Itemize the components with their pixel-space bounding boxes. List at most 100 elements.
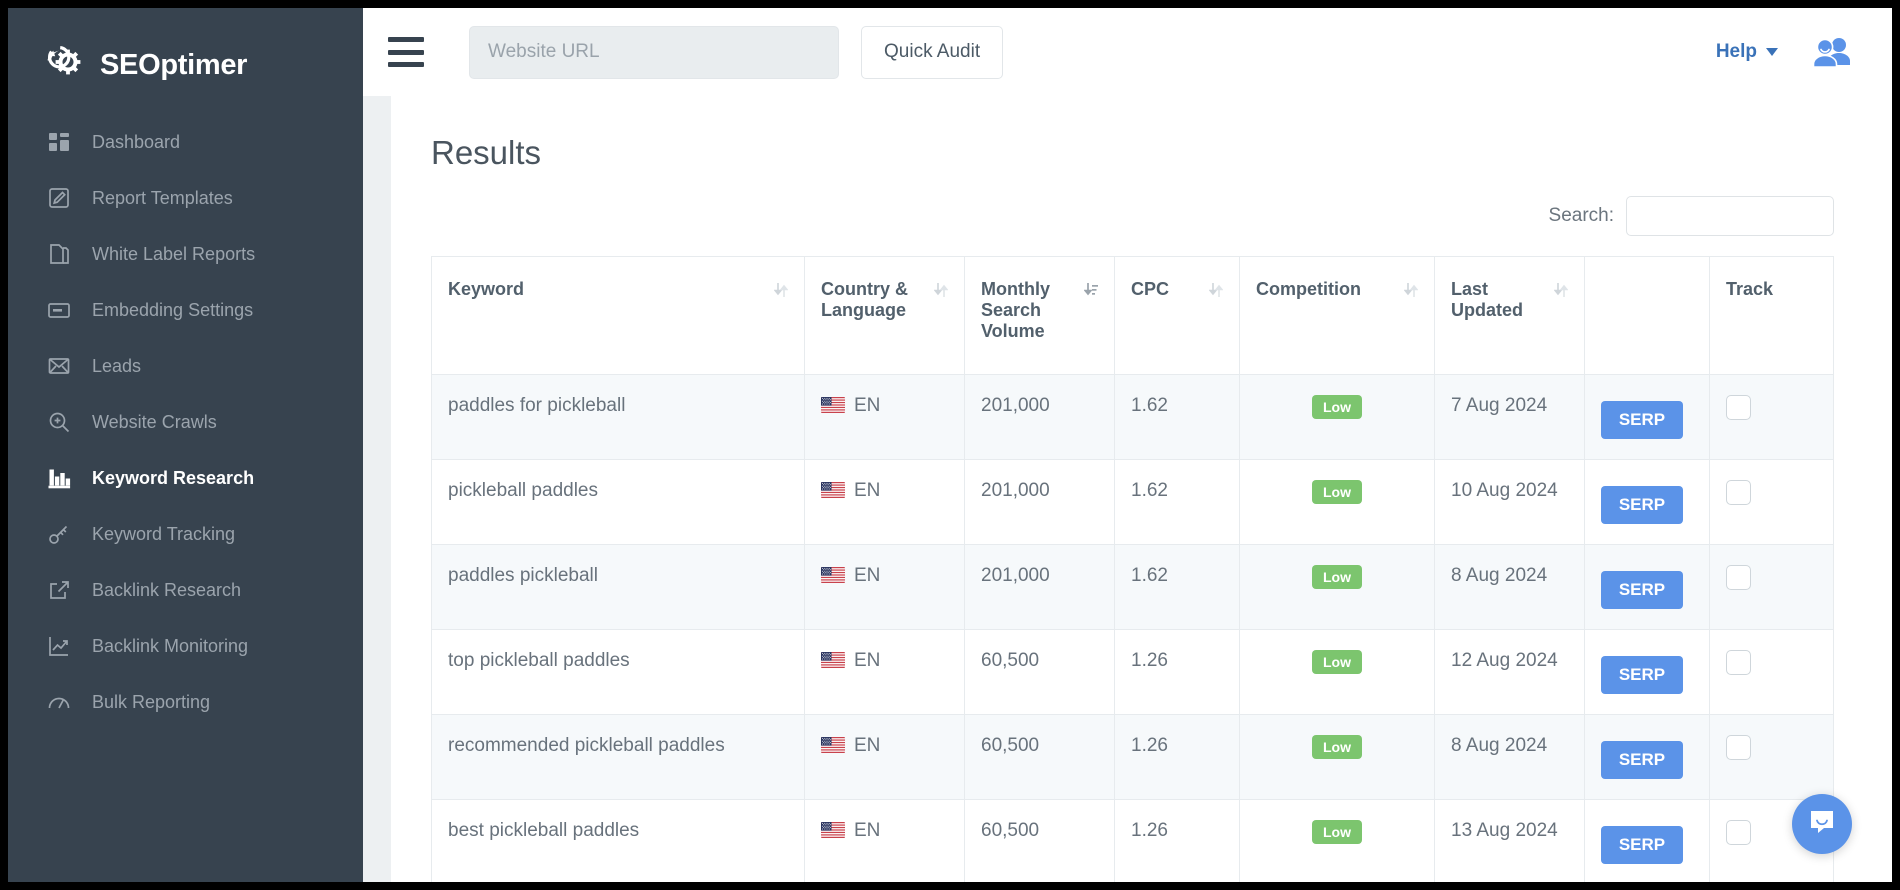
column-header-competition[interactable]: Competition bbox=[1240, 257, 1435, 375]
sidebar-item-label: Website Crawls bbox=[92, 412, 217, 433]
speedometer-icon bbox=[46, 689, 72, 715]
language-code: EN bbox=[854, 650, 880, 671]
cell-track bbox=[1710, 375, 1834, 460]
cell-cpc: 1.26 bbox=[1115, 715, 1240, 800]
cell-serp: SERP bbox=[1585, 375, 1710, 460]
search-input[interactable] bbox=[1626, 196, 1834, 236]
sidebar-item-website-crawls[interactable]: Website Crawls bbox=[8, 394, 363, 450]
sidebar-item-white-label-reports[interactable]: White Label Reports bbox=[8, 226, 363, 282]
column-header-serp bbox=[1585, 257, 1710, 375]
cell-serp: SERP bbox=[1585, 630, 1710, 715]
cell-serp: SERP bbox=[1585, 460, 1710, 545]
cell-country-language: EN bbox=[805, 375, 965, 460]
column-header-country-language[interactable]: Country & Language bbox=[805, 257, 965, 375]
cell-track bbox=[1710, 630, 1834, 715]
chat-launcher-button[interactable] bbox=[1792, 794, 1852, 854]
key-icon bbox=[46, 521, 72, 547]
column-label: Track bbox=[1726, 279, 1773, 300]
sort-both-icon bbox=[1554, 281, 1568, 304]
gear-refresh-logo-icon bbox=[46, 44, 88, 86]
keyword-results-table: Keyword Country & Language bbox=[431, 256, 1834, 882]
table-row: paddles for pickleballEN201,0001.62Low7 … bbox=[432, 375, 1834, 460]
cell-cpc: 1.62 bbox=[1115, 375, 1240, 460]
brand-logo[interactable]: SEOptimer bbox=[8, 8, 363, 96]
content-area: Results Search: bbox=[363, 96, 1892, 882]
cell-monthly-search-volume: 201,000 bbox=[965, 460, 1115, 545]
quick-audit-button[interactable]: Quick Audit bbox=[861, 26, 1003, 79]
serp-button[interactable]: SERP bbox=[1601, 656, 1683, 694]
serp-button[interactable]: SERP bbox=[1601, 486, 1683, 524]
language-code: EN bbox=[854, 565, 880, 586]
sidebar-item-dashboard[interactable]: Dashboard bbox=[8, 114, 363, 170]
cell-last-updated: 13 Aug 2024 bbox=[1435, 800, 1585, 883]
cell-last-updated: 7 Aug 2024 bbox=[1435, 375, 1585, 460]
sidebar-item-report-templates[interactable]: Report Templates bbox=[8, 170, 363, 226]
help-menu[interactable]: Help bbox=[1716, 41, 1778, 63]
sidebar-item-bulk-reporting[interactable]: Bulk Reporting bbox=[8, 674, 363, 730]
column-header-keyword[interactable]: Keyword bbox=[432, 257, 805, 375]
cell-country-language: EN bbox=[805, 460, 965, 545]
language-code: EN bbox=[854, 735, 880, 756]
chevron-down-icon bbox=[1766, 48, 1778, 56]
sidebar-item-backlink-research[interactable]: Backlink Research bbox=[8, 562, 363, 618]
cell-monthly-search-volume: 60,500 bbox=[965, 800, 1115, 883]
track-checkbox[interactable] bbox=[1726, 395, 1751, 420]
competition-badge: Low bbox=[1312, 735, 1362, 759]
help-label: Help bbox=[1716, 41, 1757, 63]
cell-country-language: EN bbox=[805, 630, 965, 715]
sidebar-item-label: Embedding Settings bbox=[92, 300, 253, 321]
us-flag-icon bbox=[821, 482, 845, 498]
us-flag-icon bbox=[821, 737, 845, 753]
cell-country-language: EN bbox=[805, 545, 965, 630]
cell-cpc: 1.62 bbox=[1115, 460, 1240, 545]
table-row: top pickleball paddlesEN60,5001.26Low12 … bbox=[432, 630, 1834, 715]
cell-keyword: recommended pickleball paddles bbox=[432, 715, 805, 800]
cell-country-language: EN bbox=[805, 715, 965, 800]
column-header-last-updated[interactable]: Last Updated bbox=[1435, 257, 1585, 375]
serp-button[interactable]: SERP bbox=[1601, 741, 1683, 779]
sidebar-item-backlink-monitoring[interactable]: Backlink Monitoring bbox=[8, 618, 363, 674]
language-code: EN bbox=[854, 820, 880, 841]
bar-chart-icon bbox=[46, 465, 72, 491]
sort-both-icon bbox=[934, 281, 948, 304]
sidebar-item-embedding-settings[interactable]: Embedding Settings bbox=[8, 282, 363, 338]
hamburger-bar bbox=[388, 37, 424, 42]
track-checkbox[interactable] bbox=[1726, 820, 1751, 845]
topbar-right-group: Help bbox=[1716, 36, 1892, 68]
column-label: Last Updated bbox=[1451, 279, 1548, 321]
hamburger-bar bbox=[388, 50, 424, 55]
column-header-cpc[interactable]: CPC bbox=[1115, 257, 1240, 375]
sidebar-item-leads[interactable]: Leads bbox=[8, 338, 363, 394]
hamburger-bar bbox=[388, 62, 424, 67]
track-checkbox[interactable] bbox=[1726, 735, 1751, 760]
cell-keyword: best pickleball paddles bbox=[432, 800, 805, 883]
serp-button[interactable]: SERP bbox=[1601, 571, 1683, 609]
column-header-monthly-search-volume[interactable]: Monthly Search Volume bbox=[965, 257, 1115, 375]
cell-last-updated: 8 Aug 2024 bbox=[1435, 715, 1585, 800]
sort-both-icon bbox=[774, 281, 788, 304]
track-checkbox[interactable] bbox=[1726, 480, 1751, 505]
competition-badge: Low bbox=[1312, 395, 1362, 419]
sidebar-item-keyword-research[interactable]: Keyword Research bbox=[8, 450, 363, 506]
users-avatar-icon[interactable] bbox=[1810, 36, 1852, 68]
hamburger-icon[interactable] bbox=[388, 37, 424, 67]
top-bar: Quick Audit Help bbox=[363, 8, 1892, 96]
cell-keyword: paddles for pickleball bbox=[432, 375, 805, 460]
track-checkbox[interactable] bbox=[1726, 650, 1751, 675]
serp-button[interactable]: SERP bbox=[1601, 401, 1683, 439]
us-flag-icon bbox=[821, 567, 845, 583]
website-url-input[interactable] bbox=[469, 26, 839, 79]
cell-competition: Low bbox=[1240, 715, 1435, 800]
track-checkbox[interactable] bbox=[1726, 565, 1751, 590]
table-body: paddles for pickleballEN201,0001.62Low7 … bbox=[432, 375, 1834, 883]
sidebar-item-keyword-tracking[interactable]: Keyword Tracking bbox=[8, 506, 363, 562]
cell-keyword: pickleball paddles bbox=[432, 460, 805, 545]
cell-competition: Low bbox=[1240, 460, 1435, 545]
sort-desc-active-icon bbox=[1084, 281, 1098, 304]
sort-both-icon bbox=[1209, 281, 1223, 304]
competition-badge: Low bbox=[1312, 565, 1362, 589]
sidebar-item-label: White Label Reports bbox=[92, 244, 255, 265]
cell-serp: SERP bbox=[1585, 715, 1710, 800]
table-row: paddles pickleballEN201,0001.62Low8 Aug … bbox=[432, 545, 1834, 630]
serp-button[interactable]: SERP bbox=[1601, 826, 1683, 864]
